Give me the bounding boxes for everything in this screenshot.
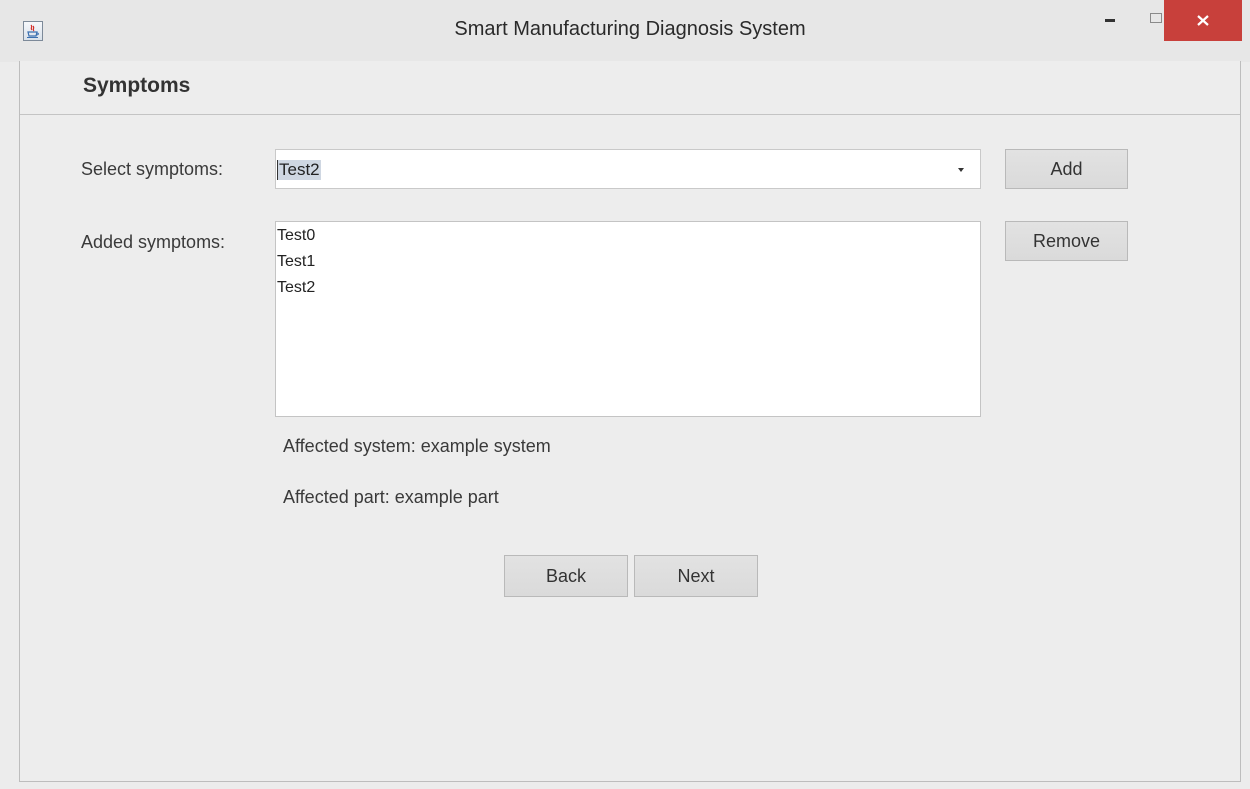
added-symptoms-label: Added symptoms: [81,232,226,252]
combobox-selected-value[interactable]: Test2 [277,160,321,180]
affected-part-text: Affected part: example part [283,487,499,507]
minimize-button[interactable] [1088,0,1132,41]
window-title: Smart Manufacturing Diagnosis System [454,18,806,40]
symptoms-combobox[interactable]: Test2 [275,149,981,189]
symptoms-panel: Symptoms Select symptoms: Test2 Add Adde… [19,61,1241,782]
back-button[interactable]: Back [504,555,628,597]
list-item[interactable]: Test0 [277,227,315,245]
add-button[interactable]: Add [1005,149,1128,189]
close-button[interactable] [1164,0,1242,41]
chevron-down-icon [958,168,964,172]
header-panel: Symptoms [20,61,1240,115]
minimize-icon [1105,19,1115,22]
list-item[interactable]: Test1 [277,253,315,271]
close-icon [1197,15,1209,26]
page-title: Symptoms [83,74,191,97]
combobox-arrow-button[interactable] [942,150,980,188]
title-bar[interactable]: Smart Manufacturing Diagnosis System [0,0,1250,62]
affected-system-text: Affected system: example system [283,436,551,456]
list-item[interactable]: Test2 [277,279,315,297]
added-symptoms-list[interactable]: Test0 Test1 Test2 [275,221,981,417]
remove-button[interactable]: Remove [1005,221,1128,261]
app-window: Smart Manufacturing Diagnosis System Sym… [0,0,1250,789]
next-button[interactable]: Next [634,555,758,597]
select-symptoms-label: Select symptoms: [81,159,224,179]
